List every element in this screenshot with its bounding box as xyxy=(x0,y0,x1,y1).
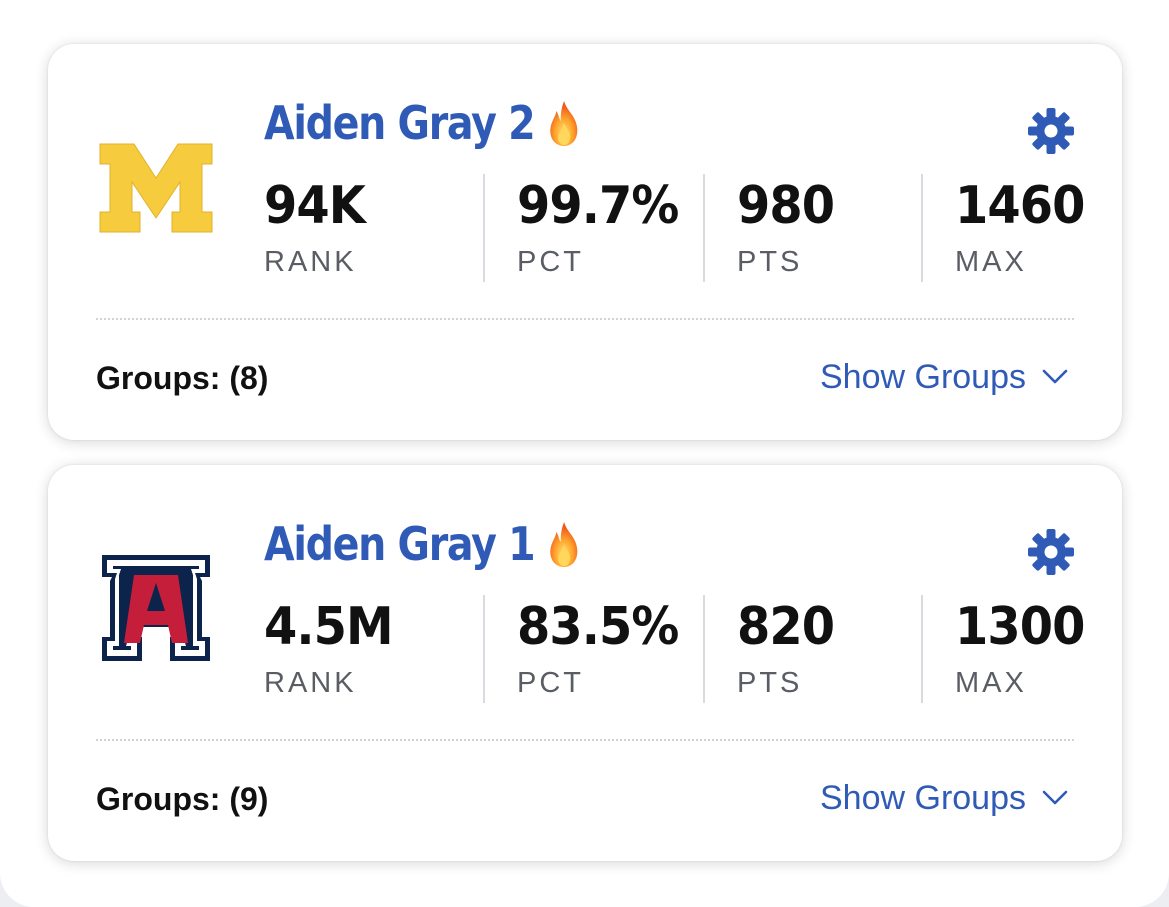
michigan-block-m-logo xyxy=(98,142,214,234)
stat-pct: 99.7% PCT xyxy=(483,174,703,282)
stat-pts: 820 PTS xyxy=(703,595,921,703)
settings-gear-button[interactable] xyxy=(1026,106,1076,156)
arizona-block-a-logo xyxy=(100,553,212,663)
show-groups-button[interactable]: Show Groups xyxy=(820,360,1068,394)
fire-icon xyxy=(546,99,582,147)
stat-pct: 83.5% PCT xyxy=(483,595,703,703)
bracket-entry-card[interactable]: Aiden Gray 1 4.5M RANK 83.5% PCT 820 PTS… xyxy=(48,465,1122,861)
groups-count: Groups: (8) xyxy=(96,360,269,396)
show-groups-label[interactable]: Show Groups xyxy=(820,360,1026,394)
stat-value: 980 xyxy=(737,176,835,236)
fire-icon xyxy=(546,520,582,568)
entry-name[interactable]: Aiden Gray 1 xyxy=(264,517,582,571)
stat-pts: 980 PTS xyxy=(703,174,921,282)
show-groups-button[interactable]: Show Groups xyxy=(820,781,1068,815)
stat-max: 1300 MAX xyxy=(921,595,1140,703)
bracket-entry-card[interactable]: Aiden Gray 2 94K RANK 99.7% PCT 980 PTS … xyxy=(48,44,1122,440)
stat-value: 94K xyxy=(264,176,366,236)
stat-label: RANK xyxy=(264,246,357,278)
stat-value: 83.5% xyxy=(517,597,679,657)
chevron-down-icon xyxy=(1042,790,1068,806)
entry-name-text[interactable]: Aiden Gray 2 xyxy=(264,96,536,150)
stats-row: 4.5M RANK 83.5% PCT 820 PTS 1300 MAX xyxy=(264,595,1140,703)
stat-value: 1300 xyxy=(955,597,1085,657)
entry-name-text[interactable]: Aiden Gray 1 xyxy=(264,517,536,571)
stat-label: PCT xyxy=(517,667,584,699)
stat-label: RANK xyxy=(264,667,357,699)
dotted-divider xyxy=(96,739,1074,741)
stat-value: 1460 xyxy=(955,176,1085,236)
stat-label: PTS xyxy=(737,667,803,699)
stat-max: 1460 MAX xyxy=(921,174,1140,282)
stat-label: PCT xyxy=(517,246,584,278)
chevron-down-icon xyxy=(1042,369,1068,385)
stat-rank: 4.5M RANK xyxy=(264,595,483,703)
groups-count: Groups: (9) xyxy=(96,781,269,817)
stat-value: 820 xyxy=(737,597,835,657)
gear-icon xyxy=(1028,108,1074,154)
stat-rank: 94K RANK xyxy=(264,174,483,282)
stats-row: 94K RANK 99.7% PCT 980 PTS 1460 MAX xyxy=(264,174,1140,282)
gear-icon xyxy=(1028,529,1074,575)
stat-value: 4.5M xyxy=(264,597,394,657)
stat-label: MAX xyxy=(955,667,1027,699)
stat-value: 99.7% xyxy=(517,176,679,236)
stat-label: PTS xyxy=(737,246,803,278)
dotted-divider xyxy=(96,318,1074,320)
entry-name[interactable]: Aiden Gray 2 xyxy=(264,96,582,150)
stat-label: MAX xyxy=(955,246,1027,278)
show-groups-label[interactable]: Show Groups xyxy=(820,781,1026,815)
settings-gear-button[interactable] xyxy=(1026,527,1076,577)
